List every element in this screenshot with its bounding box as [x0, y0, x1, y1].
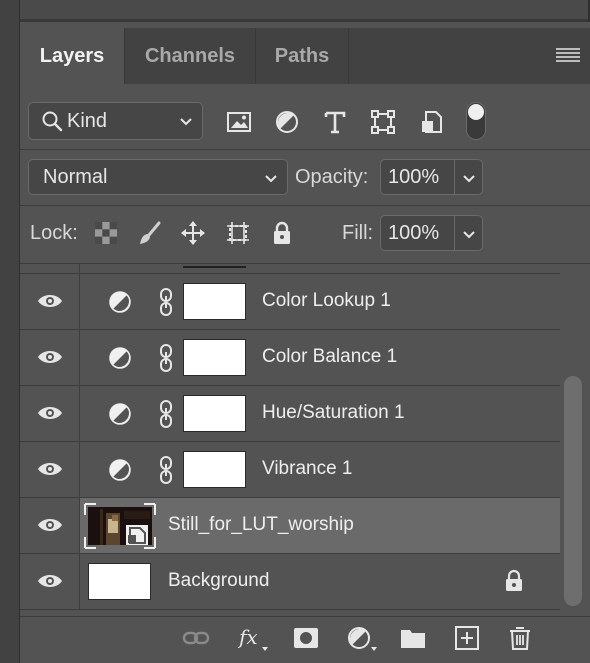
- link-chain-icon[interactable]: [158, 399, 174, 429]
- lock-transparent-pixels-icon[interactable]: [93, 220, 119, 246]
- layer-mask-thumbnail[interactable]: [183, 395, 246, 432]
- lock-image-pixels-icon[interactable]: [137, 220, 163, 246]
- panel-above-strip: [20, 0, 590, 22]
- lock-all-icon[interactable]: [269, 220, 295, 246]
- divider: [20, 149, 590, 150]
- smart-object-filter-icon[interactable]: [418, 108, 446, 136]
- scrollbar-thumb[interactable]: [564, 376, 582, 606]
- chevron-down-icon: [463, 175, 475, 183]
- layer-thumbnail[interactable]: [88, 563, 151, 600]
- layer-row-selected[interactable]: Still_for_LUT_worship: [20, 498, 560, 554]
- eye-cell: [20, 386, 80, 441]
- eye-cell: [20, 554, 80, 609]
- layers-list: Color Lookup 1 Color Balance 1 Hue/Satur…: [20, 264, 560, 616]
- chevron-down-icon: [180, 118, 192, 126]
- shape-filter-icon[interactable]: [369, 108, 397, 136]
- new-group-icon[interactable]: [399, 624, 427, 652]
- link-chain-icon[interactable]: [158, 287, 174, 317]
- chevron-down-icon: [463, 231, 475, 239]
- visibility-eye-icon[interactable]: [37, 403, 63, 423]
- chevron-down-icon: [265, 175, 277, 183]
- fill-label: Fill:: [342, 222, 374, 244]
- layer-name: Hue/Saturation 1: [262, 402, 405, 423]
- fill-dropdown-button[interactable]: [454, 216, 482, 250]
- opacity-value: 100%: [388, 165, 440, 188]
- layer-row[interactable]: Color Lookup 1: [20, 274, 560, 330]
- lock-position-icon[interactable]: [180, 220, 206, 246]
- adjustment-filter-icon[interactable]: [273, 108, 301, 136]
- layer-name: Color Balance 1: [262, 346, 398, 367]
- adjustment-layer-icon: [109, 403, 131, 425]
- layer-mask-thumbnail[interactable]: [183, 451, 246, 488]
- adjustment-layer-icon: [109, 459, 131, 481]
- layer-name: Background: [168, 570, 270, 591]
- layer-name: Color Lookup 1: [262, 290, 391, 311]
- eye-cell: [20, 274, 80, 329]
- left-dock-edge: [0, 0, 20, 663]
- layer-name: Vibrance 1: [262, 458, 353, 479]
- visibility-eye-icon[interactable]: [37, 515, 63, 535]
- fill-value: 100%: [388, 221, 440, 244]
- link-chain-icon[interactable]: [158, 455, 174, 485]
- lock-icon[interactable]: [503, 569, 525, 593]
- add-mask-icon[interactable]: [292, 624, 320, 652]
- tab-layers[interactable]: Layers: [20, 28, 125, 84]
- svg-text:fx: fx: [238, 625, 258, 649]
- smart-object-thumbnail[interactable]: [84, 503, 156, 549]
- opacity-field[interactable]: 100%: [380, 159, 483, 195]
- blend-mode-select[interactable]: Normal: [28, 159, 288, 195]
- layer-row[interactable]: Color Balance 1: [20, 330, 560, 386]
- pixel-filter-icon[interactable]: [225, 108, 253, 136]
- type-filter-icon[interactable]: [321, 108, 349, 136]
- filter-kind-select[interactable]: Kind: [28, 102, 203, 140]
- layer-row[interactable]: Background: [20, 554, 560, 610]
- layer-mask-thumbnail[interactable]: [183, 283, 246, 320]
- visibility-eye-icon[interactable]: [37, 459, 63, 479]
- layers-panel: Layers Channels Paths Kind Normal Opacit…: [20, 28, 590, 663]
- fill-field[interactable]: 100%: [380, 215, 483, 251]
- tab-bar: Layers Channels Paths: [20, 28, 590, 84]
- eye-cell: [20, 330, 80, 385]
- layer-row-partial: [20, 264, 560, 274]
- new-fill-adjustment-icon[interactable]: [345, 624, 379, 652]
- filter-toggle[interactable]: [466, 102, 486, 140]
- opacity-label: Opacity:: [295, 166, 369, 188]
- delete-layer-icon[interactable]: [506, 624, 534, 652]
- divider: [20, 205, 590, 206]
- layer-row[interactable]: Vibrance 1: [20, 442, 560, 498]
- link-chain-icon[interactable]: [158, 343, 174, 373]
- search-icon: [42, 111, 63, 132]
- lock-label: Lock:: [30, 222, 78, 244]
- eye-cell: [20, 442, 80, 497]
- layer-mask-thumbnail[interactable]: [183, 339, 246, 376]
- visibility-eye-icon[interactable]: [37, 571, 63, 591]
- eye-cell: [20, 498, 80, 553]
- tab-channels[interactable]: Channels: [125, 28, 256, 84]
- blend-mode-value: Normal: [43, 165, 108, 188]
- lock-artboard-icon[interactable]: [225, 220, 251, 246]
- layer-name: Still_for_LUT_worship: [168, 514, 354, 535]
- visibility-eye-icon[interactable]: [37, 291, 63, 311]
- toggle-knob: [468, 104, 484, 120]
- filter-kind-label: Kind: [67, 109, 108, 132]
- layer-row[interactable]: Hue/Saturation 1: [20, 386, 560, 442]
- layer-style-fx-icon[interactable]: fx: [238, 624, 272, 652]
- eye-cell: [20, 264, 80, 274]
- visibility-eye-icon[interactable]: [37, 347, 63, 367]
- adjustment-layer-icon: [109, 347, 131, 369]
- tab-paths[interactable]: Paths: [256, 28, 349, 84]
- adjustment-layer-icon: [109, 291, 131, 313]
- hamburger-menu-icon[interactable]: [556, 48, 580, 64]
- opacity-dropdown-button[interactable]: [454, 160, 482, 194]
- link-layers-icon[interactable]: [182, 624, 210, 652]
- layer-mask-thumbnail: [183, 264, 246, 268]
- new-layer-icon[interactable]: [453, 624, 481, 652]
